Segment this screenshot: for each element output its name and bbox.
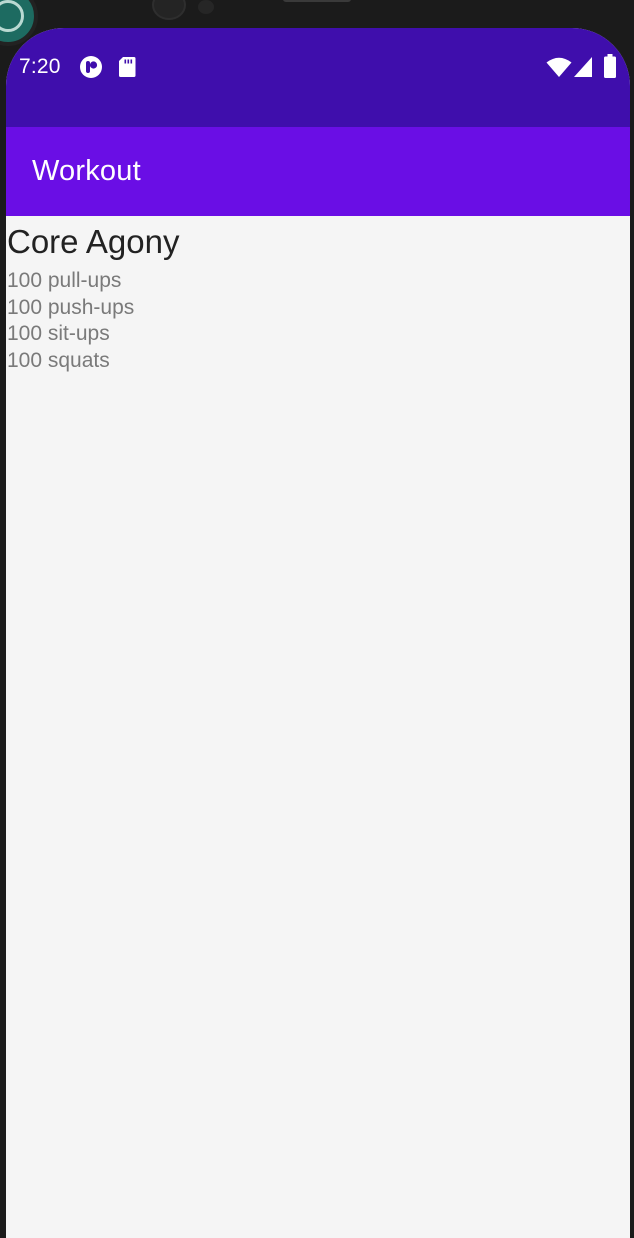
exercise-list: 100 pull-ups 100 push-ups 100 sit-ups 10…: [7, 268, 630, 374]
app-notification-icon: [80, 56, 102, 78]
app-bar: Workout: [6, 127, 630, 216]
status-bar: 7:20: [6, 28, 630, 127]
battery-icon: [604, 54, 616, 78]
app-bar-title: Workout: [32, 155, 141, 187]
front-camera: [152, 0, 186, 20]
phone-screen: 7:20 Workout Core Agony 100 pull-ups 100…: [6, 28, 630, 1238]
exercise-item: 100 pull-ups: [7, 269, 122, 292]
cell-signal-icon: [574, 57, 592, 77]
exercise-item: 100 push-ups: [7, 295, 135, 319]
sensor: [198, 0, 214, 14]
earpiece-speaker: [283, 0, 351, 2]
exercise-item: 100 squats: [7, 348, 110, 372]
workout-title: Core Agony: [7, 223, 180, 260]
wifi-icon: [546, 57, 572, 77]
workout-detail: Core Agony 100 pull-ups 100 push-ups 100…: [6, 216, 630, 374]
exercise-item: 100 sit-ups: [7, 322, 110, 345]
sd-card-icon: [119, 57, 136, 77]
status-time: 7:20: [19, 55, 61, 78]
